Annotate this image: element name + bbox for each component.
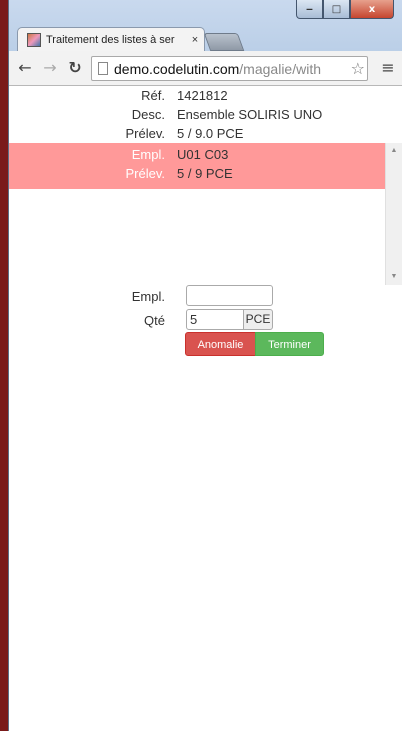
tab-close-icon[interactable]: × bbox=[186, 34, 204, 46]
qte-unit-addon: PCE bbox=[243, 309, 273, 330]
ref-label: Réf. bbox=[141, 88, 165, 103]
location-item-selected[interactable]: Empl. U01 C03 Prélev. 5 / 9 PCE bbox=[9, 143, 385, 189]
ref-value: 1421812 bbox=[177, 88, 228, 103]
window-controls: ‒ □ x bbox=[296, 0, 394, 19]
empl-form-row: Empl. bbox=[9, 285, 402, 307]
location-prelev-row: Prélev. 5 / 9 PCE bbox=[9, 164, 402, 183]
close-window-button[interactable]: x bbox=[350, 0, 394, 19]
action-buttons: Anomalie Terminer bbox=[9, 332, 402, 356]
tab-title: Traitement des listes à ser bbox=[46, 34, 175, 46]
desc-label: Desc. bbox=[131, 107, 165, 122]
menu-icon[interactable]: ≡ bbox=[378, 58, 398, 78]
page-content: Réf. 1421812 Desc. Ensemble SOLIRIS UNO … bbox=[9, 86, 402, 731]
prelev-value: 5 / 9.0 PCE bbox=[177, 126, 244, 141]
qte-input[interactable]: 5 bbox=[186, 309, 244, 330]
location-empl-label: Empl. bbox=[131, 147, 165, 162]
desc-value: Ensemble SOLIRIS UNO bbox=[177, 107, 323, 122]
location-prelev-label: Prélev. bbox=[125, 166, 166, 181]
url-path: /magalie/with bbox=[239, 60, 321, 77]
empl-input[interactable] bbox=[186, 285, 273, 306]
page-icon bbox=[98, 62, 108, 75]
new-tab-button[interactable] bbox=[203, 33, 245, 51]
scroll-down-icon[interactable]: ▼ bbox=[386, 271, 402, 283]
terminer-button[interactable]: Terminer bbox=[255, 332, 324, 356]
browser-tab[interactable]: Traitement des listes à ser × bbox=[17, 27, 205, 52]
ref-row: Réf. 1421812 bbox=[9, 86, 402, 105]
scroll-up-icon[interactable]: ▲ bbox=[386, 145, 402, 157]
qte-form-row: Qté 5 PCE bbox=[9, 309, 402, 331]
location-empl-row: Empl. U01 C03 bbox=[9, 145, 402, 164]
desc-row: Desc. Ensemble SOLIRIS UNO bbox=[9, 105, 402, 124]
address-bar[interactable]: demo.codelutin.com/magalie/with ☆ bbox=[91, 56, 368, 81]
url-host: demo.codelutin.com bbox=[114, 60, 240, 77]
reload-icon[interactable]: ↻ bbox=[65, 58, 85, 78]
location-empl-value: U01 C03 bbox=[177, 147, 229, 162]
browser-toolbar: ← → ↻ demo.codelutin.com/magalie/with ☆ … bbox=[9, 51, 402, 86]
back-arrow-icon[interactable]: ← bbox=[15, 58, 35, 78]
bookmark-star-icon[interactable]: ☆ bbox=[350, 59, 365, 78]
location-prelev-value: 5 / 9 PCE bbox=[177, 166, 233, 181]
prelev-row: Prélev. 5 / 9.0 PCE bbox=[9, 124, 402, 143]
prelev-label: Prélev. bbox=[125, 126, 166, 141]
locations-list[interactable]: Empl. U01 C03 Prélev. 5 / 9 PCE ▲ ▼ bbox=[9, 143, 402, 285]
list-scrollbar[interactable]: ▲ ▼ bbox=[385, 143, 402, 285]
qte-field-label: Qté bbox=[144, 313, 165, 328]
empl-field-label: Empl. bbox=[131, 289, 165, 304]
anomalie-button[interactable]: Anomalie bbox=[185, 332, 256, 356]
forward-arrow-icon[interactable]: → bbox=[40, 58, 60, 78]
minimize-button[interactable]: ‒ bbox=[296, 0, 323, 19]
maximize-button[interactable]: □ bbox=[323, 0, 350, 19]
site-favicon-icon bbox=[27, 33, 41, 47]
